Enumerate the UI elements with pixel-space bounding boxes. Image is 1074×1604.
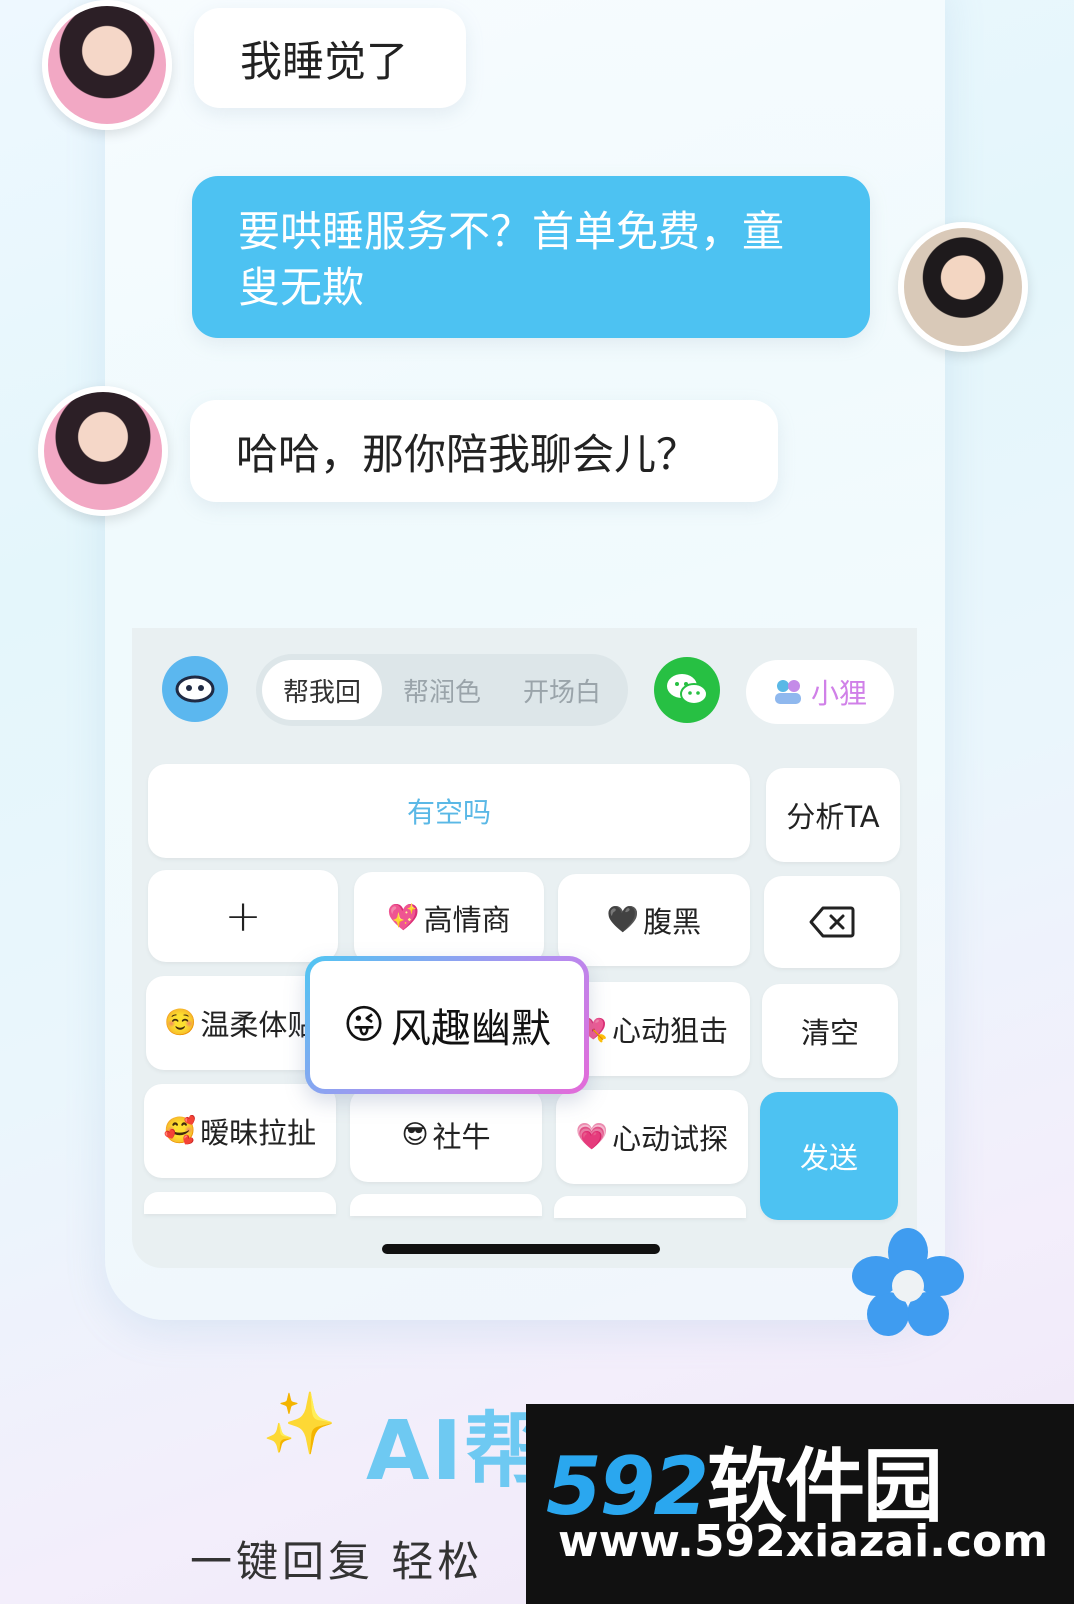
winking-tongue-face-icon: 😜 [343,1002,385,1048]
mode-switcher: 帮我回 帮润色 开场白 [256,654,628,726]
message-incoming-1: 我睡觉了 [194,8,466,108]
home-indicator[interactable] [382,1244,660,1254]
avatar-me[interactable] [898,222,1028,352]
style-key-popup[interactable]: 😜 风趣幽默 [305,956,589,1094]
avatar-her[interactable] [42,0,172,130]
style-key-partial[interactable] [144,1192,336,1214]
style-key-partial[interactable] [350,1194,542,1216]
style-label: 风趣幽默 [390,1006,551,1052]
flower-decoration-icon [852,1228,964,1336]
avatar-her[interactable] [38,386,168,516]
message-incoming-2: 哈哈，那你陪我聊会儿？ [190,400,778,502]
contact-selector-button[interactable]: 小狸 [746,660,894,724]
watermark-url: www.592xiazai.com [558,1516,1049,1567]
style-label: 暧昧拉扯 [200,1116,317,1150]
message-text: 哈哈，那你陪我聊会儿？ [236,429,699,479]
style-key[interactable]: 🖤 腹黑 [558,874,750,966]
message-text: 要哄睡服务不？首单免费，童叟无欺 [238,207,785,312]
backspace-icon [809,906,855,938]
message-text: 我睡觉了 [240,36,409,86]
add-style-button[interactable]: + [148,870,338,962]
style-label: 心动试探 [612,1122,729,1156]
style-label: 高情商 [423,903,511,937]
tab-help-reply[interactable]: 帮我回 [262,660,382,720]
analyze-button[interactable]: 分析TA [766,768,900,862]
users-icon [774,680,801,704]
style-label: 温柔体贴 [200,1008,317,1042]
sparkling-heart-icon: 💖 [387,903,420,933]
wechat-button[interactable] [654,657,720,723]
bot-logo-icon[interactable] [162,656,228,722]
sparkles-icon: ✨ [262,1389,337,1459]
contact-name: 小狸 [810,677,867,710]
wechat-icon [667,674,708,705]
tab-opener[interactable]: 开场白 [502,660,622,720]
style-key[interactable]: 💖 高情商 [354,872,544,964]
style-key[interactable]: 💗 心动试探 [556,1090,748,1184]
clear-button[interactable]: 清空 [762,984,898,1078]
watermark-banner: 592软件园 www.592xiazai.com [526,1404,1074,1604]
promo-tagline: 一键回复 轻松 [190,1537,484,1586]
smiling-face-icon: ☺️ [164,1008,197,1038]
style-key-partial[interactable] [554,1196,746,1218]
send-button[interactable]: 发送 [760,1092,898,1220]
tab-polish[interactable]: 帮润色 [382,660,502,720]
black-heart-icon: 🖤 [606,905,640,935]
style-label: 心动狙击 [611,1014,728,1048]
bot-face-icon [175,675,215,703]
style-key[interactable]: 😎 社牛 [350,1088,542,1182]
smiling-hearts-icon: 🥰 [163,1116,197,1146]
message-outgoing-1: 要哄睡服务不？首单免费，童叟无欺 [192,176,870,338]
backspace-button[interactable] [764,876,900,968]
growing-heart-icon: 💗 [575,1122,609,1152]
sunglasses-face-icon: 😎 [401,1120,429,1150]
style-key[interactable]: 🥰 暧昧拉扯 [144,1084,336,1178]
style-label: 社牛 [432,1120,491,1154]
style-label: 腹黑 [643,905,702,939]
reply-input-field[interactable]: 有空吗 [148,764,750,858]
